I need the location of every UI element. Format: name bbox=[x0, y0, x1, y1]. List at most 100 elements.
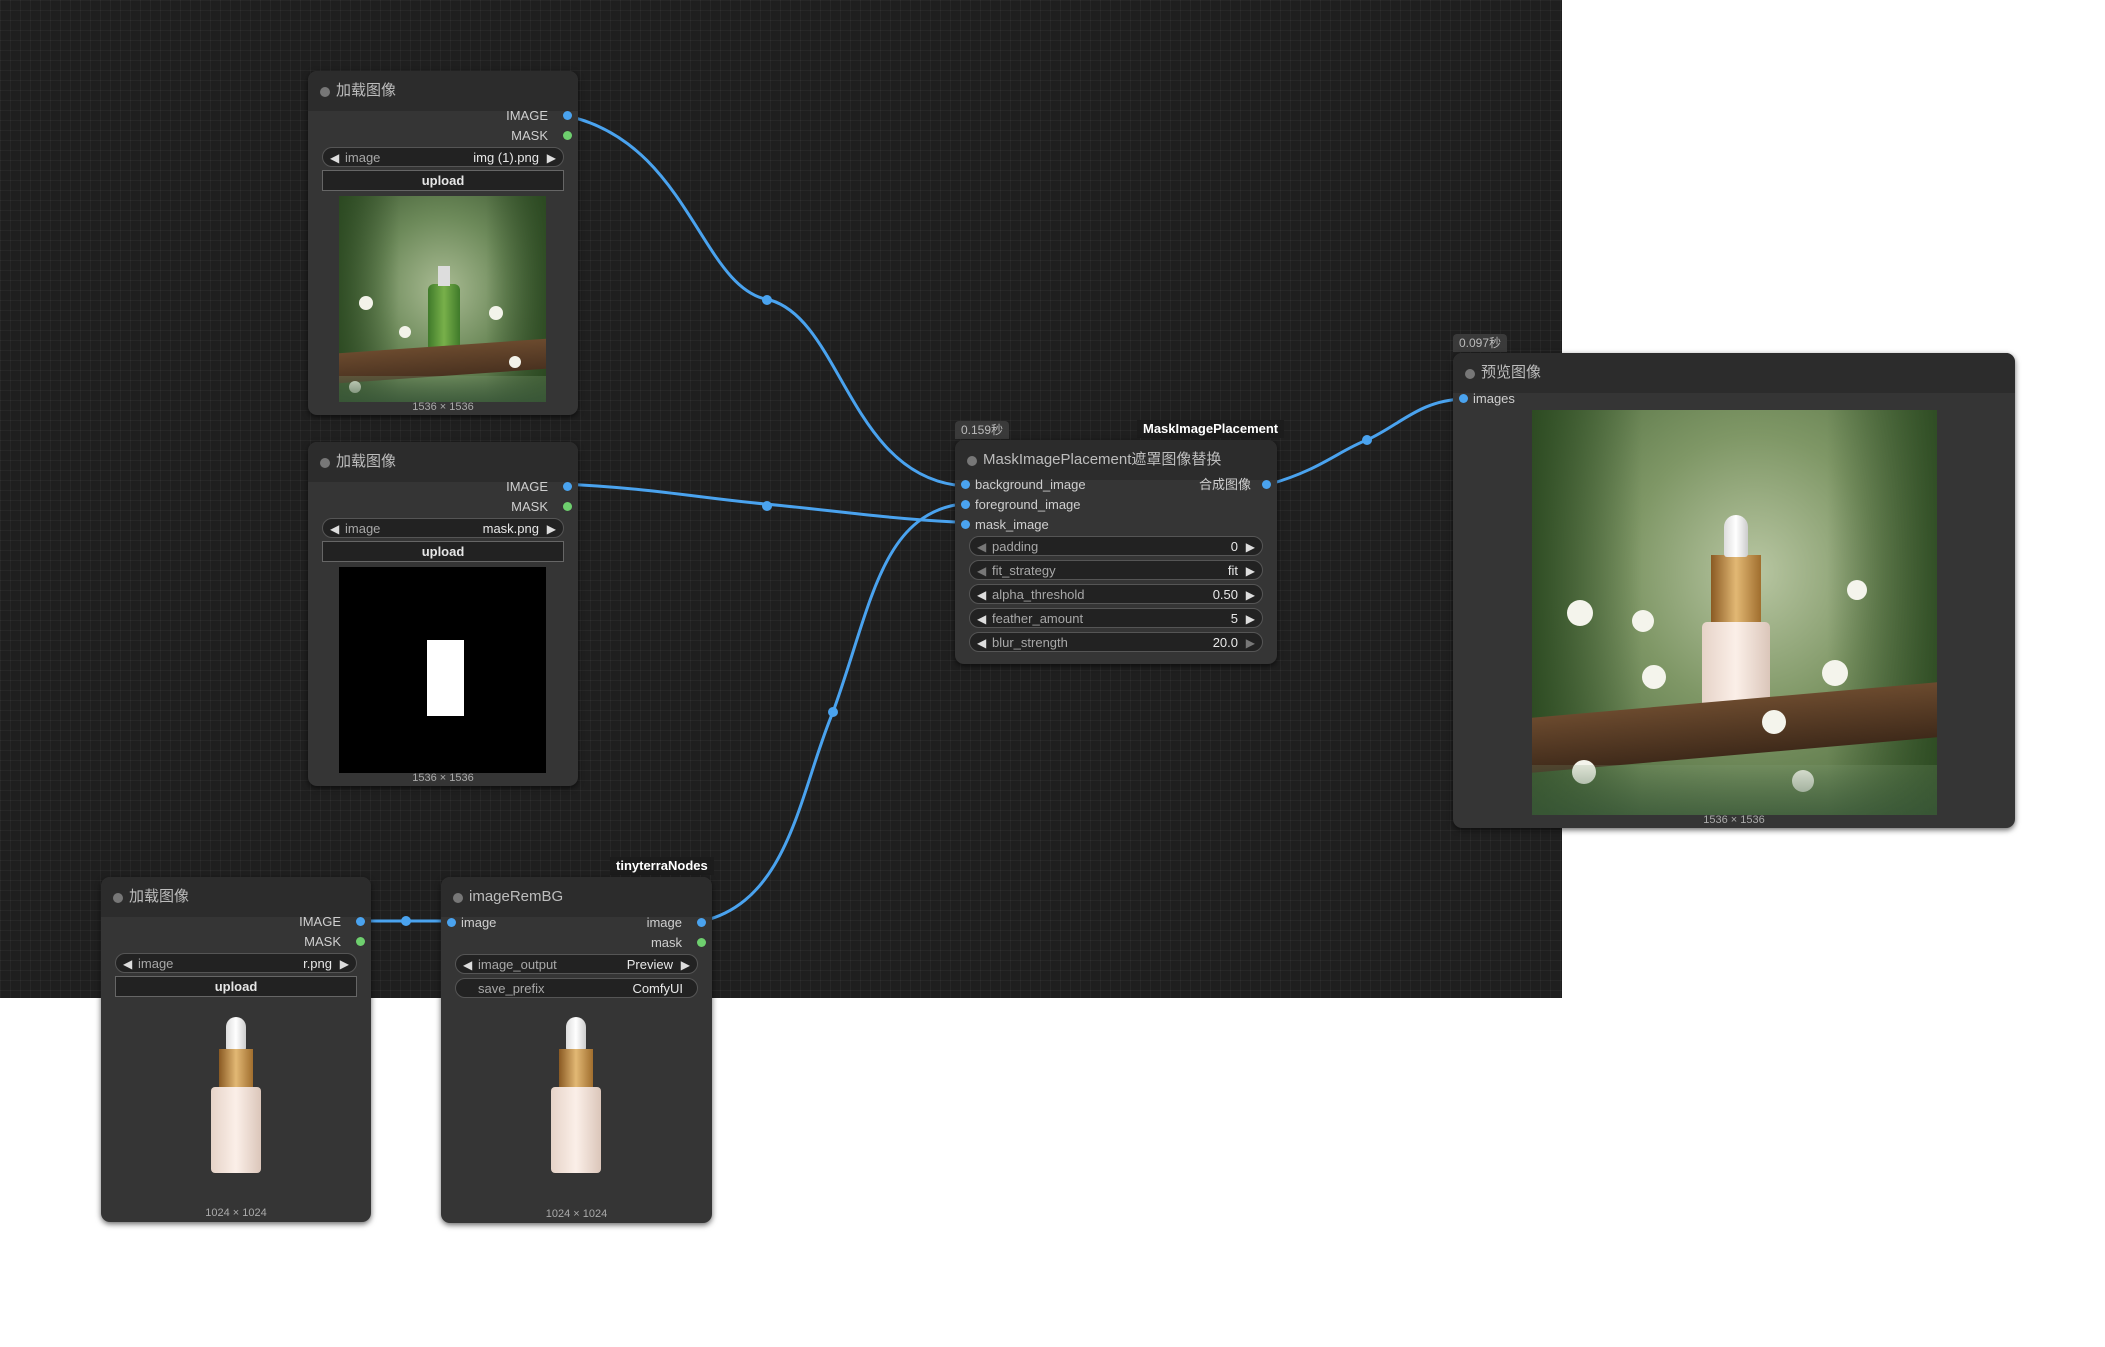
bottle-shape bbox=[428, 284, 460, 352]
input-background-port[interactable] bbox=[961, 480, 970, 489]
next-arrow-icon[interactable]: ▶ bbox=[340, 954, 349, 974]
image-select-widget[interactable]: ◀ image r.png ▶ bbox=[115, 953, 357, 973]
node-title-text: 加载图像 bbox=[336, 82, 397, 99]
next-arrow-icon[interactable]: ▶ bbox=[681, 955, 690, 975]
output-image-port[interactable] bbox=[697, 918, 706, 927]
node-title[interactable]: 预览图像 bbox=[1453, 353, 2015, 393]
input-image-label: image bbox=[461, 915, 497, 930]
prev-arrow-icon[interactable]: ◀ bbox=[463, 955, 472, 975]
prev-arrow-icon[interactable]: ◀ bbox=[977, 585, 986, 605]
next-arrow-icon[interactable]: ▶ bbox=[1246, 537, 1255, 557]
collapse-dot-icon[interactable] bbox=[320, 87, 330, 97]
node-graph-canvas[interactable] bbox=[0, 0, 1562, 998]
collapse-dot-icon[interactable] bbox=[113, 893, 123, 903]
next-arrow-icon[interactable]: ▶ bbox=[1246, 609, 1255, 629]
next-arrow-icon[interactable]: ▶ bbox=[1246, 585, 1255, 605]
node-title[interactable]: 加载图像 bbox=[308, 71, 578, 111]
widget-label: image bbox=[138, 956, 174, 971]
node-source-tag: MaskImagePlacement bbox=[1137, 420, 1285, 438]
output-mask-label: MASK bbox=[304, 934, 341, 949]
bottle-shape bbox=[1711, 555, 1761, 625]
upload-button[interactable]: upload bbox=[322, 170, 564, 191]
mask-white-rect bbox=[427, 640, 464, 716]
image-output-widget[interactable]: ◀ image_output Preview ▶ bbox=[455, 954, 698, 974]
collapse-dot-icon[interactable] bbox=[453, 893, 463, 903]
widget-value: fit bbox=[1227, 563, 1238, 578]
widget-value: ComfyUI bbox=[632, 981, 683, 996]
prev-arrow-icon[interactable]: ◀ bbox=[977, 609, 986, 629]
next-arrow-icon[interactable]: ▶ bbox=[547, 519, 556, 539]
image-size-label: 1536 × 1536 bbox=[412, 401, 474, 413]
prev-arrow-icon[interactable]: ◀ bbox=[330, 148, 339, 168]
load-image-node-2[interactable]: 加载图像 IMAGE MASK ◀ image mask.png ▶ uploa… bbox=[308, 442, 578, 786]
widget-label: feather_amount bbox=[992, 611, 1084, 626]
load-image-node-3[interactable]: 加载图像 IMAGE MASK ◀ image r.png ▶ upload 1… bbox=[101, 877, 371, 1222]
padding-widget[interactable]: ◀ padding 0 ▶ bbox=[969, 536, 1263, 556]
load-image-node-1[interactable]: 加载图像 IMAGE MASK ◀ image img (1).png ▶ up… bbox=[308, 71, 578, 415]
collapse-dot-icon[interactable] bbox=[967, 456, 977, 466]
image-select-widget[interactable]: ◀ image mask.png ▶ bbox=[322, 518, 564, 538]
upload-button[interactable]: upload bbox=[322, 541, 564, 562]
output-image-label: image bbox=[646, 915, 682, 930]
collapse-dot-icon[interactable] bbox=[1465, 369, 1475, 379]
widget-value: img (1).png bbox=[473, 150, 539, 165]
prev-arrow-icon[interactable]: ◀ bbox=[977, 633, 986, 653]
widget-value: 0.50 bbox=[1212, 587, 1238, 602]
mask-image-placement-node[interactable]: MaskImagePlacement遮罩图像替换 background_imag… bbox=[955, 440, 1277, 664]
input-background-label: background_image bbox=[975, 477, 1086, 492]
node-title-text: 预览图像 bbox=[1481, 364, 1542, 381]
prev-arrow-icon[interactable]: ◀ bbox=[123, 954, 132, 974]
fit-strategy-widget[interactable]: ◀ fit_strategy fit ▶ bbox=[969, 560, 1263, 580]
image-rembg-node[interactable]: imageRemBG image image mask ◀ image_outp… bbox=[441, 877, 712, 1223]
input-foreground-port[interactable] bbox=[961, 500, 970, 509]
widget-label: padding bbox=[992, 539, 1039, 554]
widget-label: image_output bbox=[478, 957, 557, 972]
node-title[interactable]: 加载图像 bbox=[101, 877, 371, 917]
node-title[interactable]: imageRemBG bbox=[441, 877, 712, 917]
output-mask-port[interactable] bbox=[563, 502, 572, 511]
input-images-label: images bbox=[1473, 391, 1515, 406]
output-mask-port[interactable] bbox=[563, 131, 572, 140]
prev-arrow-icon[interactable]: ◀ bbox=[977, 561, 986, 581]
bottle-preview bbox=[161, 1017, 311, 1177]
widget-label: fit_strategy bbox=[992, 563, 1056, 578]
feather-amount-widget[interactable]: ◀ feather_amount 5 ▶ bbox=[969, 608, 1263, 628]
image-size-label: 1024 × 1024 bbox=[205, 1207, 267, 1219]
next-arrow-icon[interactable]: ▶ bbox=[1246, 561, 1255, 581]
widget-label: image bbox=[345, 150, 381, 165]
node-title[interactable]: MaskImagePlacement遮罩图像替换 bbox=[955, 440, 1277, 480]
output-image-port[interactable] bbox=[563, 482, 572, 491]
output-mask-port[interactable] bbox=[356, 937, 365, 946]
execution-time-badge: 0.097秒 bbox=[1453, 334, 1508, 352]
save-prefix-widget[interactable]: save_prefix ComfyUI bbox=[455, 978, 698, 998]
prev-arrow-icon[interactable]: ◀ bbox=[330, 519, 339, 539]
node-title-text: 加载图像 bbox=[336, 453, 397, 470]
image-preview bbox=[339, 196, 546, 402]
mask-preview bbox=[339, 567, 546, 773]
widget-label: alpha_threshold bbox=[992, 587, 1085, 602]
widget-value: mask.png bbox=[482, 521, 539, 536]
composited-image-preview bbox=[1532, 410, 1937, 815]
output-mask-label: MASK bbox=[511, 499, 548, 514]
prev-arrow-icon[interactable]: ◀ bbox=[977, 537, 986, 557]
input-image-port[interactable] bbox=[447, 918, 456, 927]
output-image-port[interactable] bbox=[356, 917, 365, 926]
node-title-text: MaskImagePlacement遮罩图像替换 bbox=[983, 451, 1222, 468]
node-title[interactable]: 加载图像 bbox=[308, 442, 578, 482]
output-mask-port[interactable] bbox=[697, 938, 706, 947]
input-mask-port[interactable] bbox=[961, 520, 970, 529]
input-images-port[interactable] bbox=[1459, 394, 1468, 403]
preview-image-node[interactable]: 预览图像 images 1536 × 1536 bbox=[1453, 353, 2015, 828]
output-composite-port[interactable] bbox=[1262, 480, 1271, 489]
output-image-port[interactable] bbox=[563, 111, 572, 120]
output-image-label: IMAGE bbox=[506, 479, 548, 494]
blur-strength-widget[interactable]: ◀ blur_strength 20.0 ▶ bbox=[969, 632, 1263, 652]
input-mask-label: mask_image bbox=[975, 517, 1049, 532]
alpha-threshold-widget[interactable]: ◀ alpha_threshold 0.50 ▶ bbox=[969, 584, 1263, 604]
upload-button[interactable]: upload bbox=[115, 976, 357, 997]
next-arrow-icon[interactable]: ▶ bbox=[1246, 633, 1255, 653]
next-arrow-icon[interactable]: ▶ bbox=[547, 148, 556, 168]
execution-time-badge: 0.159秒 bbox=[955, 421, 1010, 439]
image-select-widget[interactable]: ◀ image img (1).png ▶ bbox=[322, 147, 564, 167]
collapse-dot-icon[interactable] bbox=[320, 458, 330, 468]
